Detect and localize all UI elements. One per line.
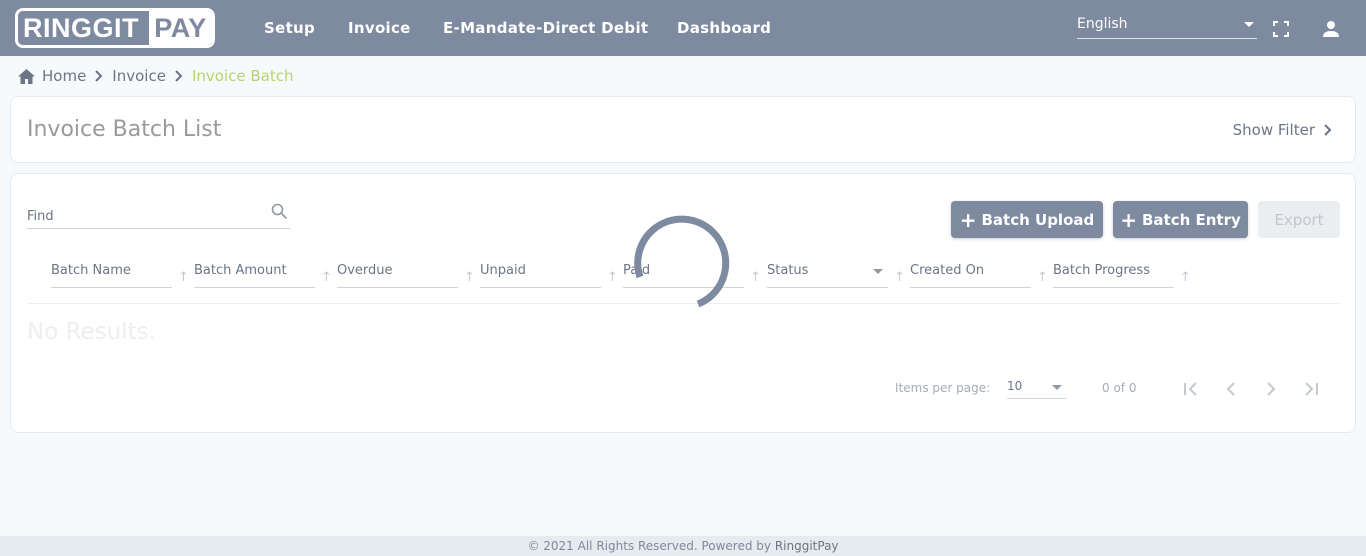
top-navbar: RINGGIT PAY Setup Invoice E-Mandate-Dire… [0, 0, 1366, 56]
sort-arrow-icon[interactable]: ↑ [1037, 270, 1048, 285]
footer-brand[interactable]: RinggitPay [775, 539, 839, 553]
plus-icon: + [959, 207, 977, 232]
page-title: Invoice Batch List [27, 117, 222, 142]
logo-text-right: PAY [149, 11, 212, 45]
batch-upload-button[interactable]: + Batch Upload [951, 201, 1103, 238]
column-header-batch-amount[interactable]: Batch Amount [194, 263, 315, 288]
batch-upload-label: Batch Upload [981, 210, 1095, 229]
column-header-created-on[interactable]: Created On [910, 263, 1031, 288]
user-icon[interactable] [1322, 20, 1340, 38]
language-select[interactable]: English [1077, 16, 1257, 39]
column-header-batch-progress[interactable]: Batch Progress [1053, 263, 1174, 288]
breadcrumb-home[interactable]: Home [42, 67, 86, 85]
items-per-page-value: 10 [1007, 379, 1023, 393]
breadcrumb: Home Invoice Invoice Batch [18, 66, 293, 86]
column-label: Status [767, 263, 809, 278]
sort-arrow-icon[interactable]: ↑ [750, 270, 761, 285]
column-header-status[interactable]: Status [767, 263, 888, 288]
chevron-down-icon [1244, 22, 1254, 27]
column-label: Overdue [337, 263, 393, 278]
show-filter-button[interactable]: Show Filter [1233, 121, 1333, 139]
footer-text: © 2021 All Rights Reserved. Powered by [527, 539, 775, 553]
export-button[interactable]: Export [1258, 201, 1340, 238]
items-per-page-select[interactable]: 10 [1007, 379, 1066, 399]
show-filter-label: Show Filter [1232, 121, 1315, 139]
column-header-overdue[interactable]: Overdue [337, 263, 458, 288]
sort-arrow-icon[interactable]: ↑ [464, 270, 475, 285]
batch-entry-label: Batch Entry [1141, 210, 1241, 229]
search-input[interactable]: Find [27, 202, 290, 229]
previous-page-icon[interactable] [1222, 380, 1240, 398]
loading-spinner-icon [634, 215, 730, 308]
column-header-unpaid[interactable]: Unpaid [480, 263, 601, 288]
first-page-icon[interactable] [1182, 380, 1200, 398]
nav-dashboard[interactable]: Dashboard [677, 19, 771, 37]
nav-setup[interactable]: Setup [264, 19, 315, 37]
chevron-down-icon [873, 269, 883, 274]
chevron-down-icon [1052, 385, 1062, 390]
nav-invoice[interactable]: Invoice [348, 19, 411, 37]
breadcrumb-invoice[interactable]: Invoice [112, 67, 166, 85]
logo-text-left: RINGGIT [18, 11, 149, 45]
column-label: Created On [910, 263, 985, 278]
items-per-page-label: Items per page: [895, 381, 991, 395]
chevron-right-icon [95, 70, 103, 82]
last-page-icon[interactable] [1302, 380, 1320, 398]
sort-arrow-icon[interactable]: ↑ [607, 270, 618, 285]
search-icon[interactable] [271, 203, 288, 220]
chevron-right-icon [1324, 124, 1332, 136]
export-label: Export [1274, 210, 1324, 229]
fullscreen-icon[interactable] [1272, 20, 1290, 38]
column-label: Batch Amount [194, 263, 287, 278]
nav-e-mandate-direct-debit[interactable]: E-Mandate-Direct Debit [443, 19, 648, 37]
sort-arrow-icon[interactable]: ↑ [1180, 270, 1191, 285]
home-icon[interactable] [18, 68, 35, 84]
chevron-right-icon [175, 70, 183, 82]
empty-state-text: No Results. [27, 319, 156, 345]
column-label: Batch Name [51, 263, 131, 278]
page-range: 0 of 0 [1102, 381, 1137, 395]
search-placeholder: Find [27, 209, 54, 224]
sort-arrow-icon[interactable]: ↑ [178, 270, 189, 285]
language-value: English [1077, 16, 1128, 32]
sort-arrow-icon[interactable]: ↑ [321, 270, 332, 285]
footer: © 2021 All Rights Reserved. Powered by R… [0, 536, 1366, 556]
sort-arrow-icon[interactable]: ↑ [894, 270, 905, 285]
column-header-batch-name[interactable]: Batch Name [51, 263, 172, 288]
column-label: Batch Progress [1053, 263, 1150, 278]
next-page-icon[interactable] [1262, 380, 1280, 398]
column-label: Unpaid [480, 263, 526, 278]
batch-entry-button[interactable]: + Batch Entry [1113, 201, 1248, 238]
ringgitpay-logo[interactable]: RINGGIT PAY [15, 8, 215, 48]
plus-icon: + [1120, 207, 1137, 232]
breadcrumb-current: Invoice Batch [191, 67, 294, 85]
page-header-card: Invoice Batch List Show Filter [10, 96, 1356, 163]
